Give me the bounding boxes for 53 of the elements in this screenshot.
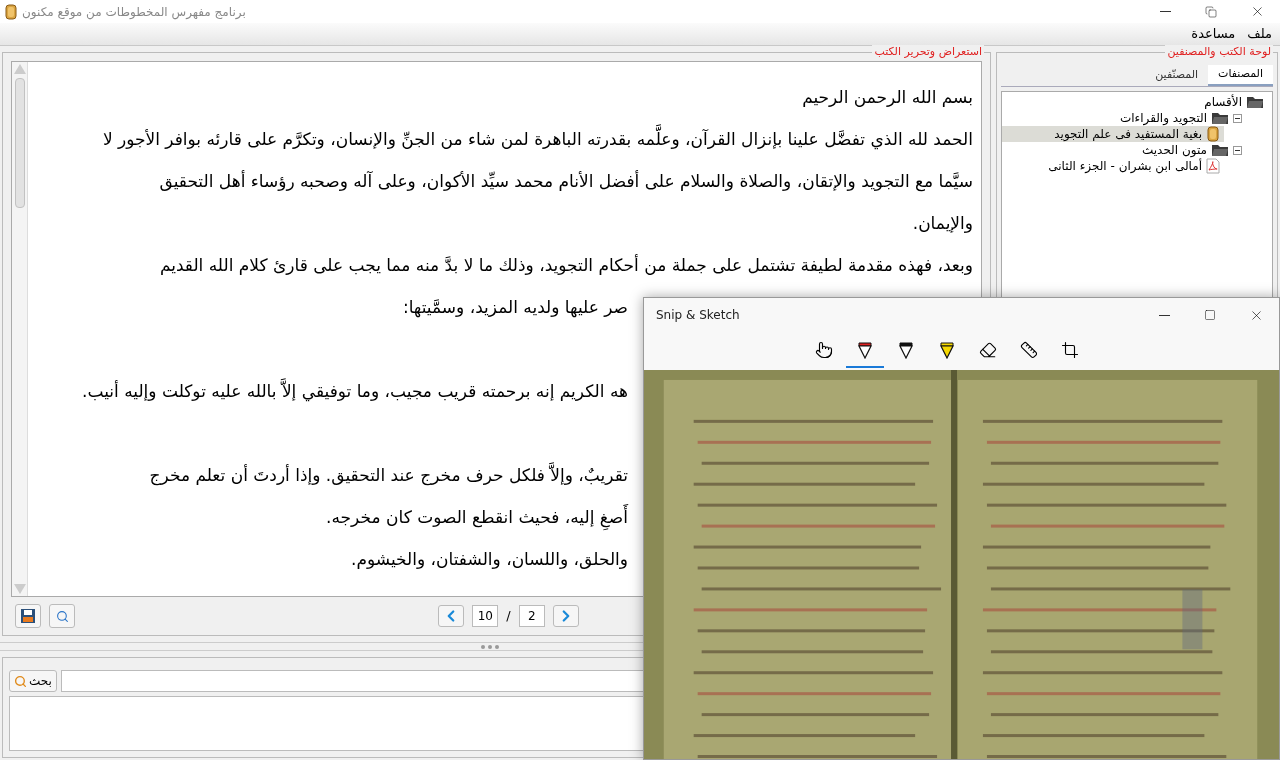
ruler-icon[interactable] xyxy=(1019,341,1038,359)
page-separator: / xyxy=(506,607,511,626)
app-icon xyxy=(4,3,18,20)
folder-icon xyxy=(1211,111,1229,125)
tab[interactable]: المصنفات xyxy=(1208,65,1273,86)
search-icon xyxy=(55,609,69,623)
text-line: تقريبٌ، وإلاَّ فلكل حرف مخرج عند التحقيق. وإذا أردتَ أن تعلم مخرج xyxy=(149,454,628,496)
minimize-icon xyxy=(1159,11,1171,12)
next-page-button[interactable] xyxy=(552,605,579,627)
tree-item[interactable]: بغية المستفيد فى علم التجويد xyxy=(1002,126,1224,142)
preview-button[interactable] xyxy=(49,604,75,628)
search-button[interactable]: بحث xyxy=(9,670,57,692)
panel-title: لوحة الكتب والمصنفين xyxy=(1165,45,1273,59)
scroll-icon xyxy=(1206,126,1220,142)
page-field[interactable]: 10 xyxy=(472,605,499,627)
collapse-icon[interactable] xyxy=(1233,113,1242,123)
touch-writing-icon[interactable] xyxy=(814,341,833,359)
menu-item[interactable]: ملف xyxy=(1247,24,1272,44)
tab[interactable]: المصنّفين xyxy=(1145,65,1209,86)
window-title: برنامج مفهرس المخطوطات من موقع مكنون xyxy=(22,3,246,21)
restore-icon xyxy=(1205,5,1217,18)
save-button[interactable] xyxy=(15,604,41,628)
menu-item[interactable]: مساعدة xyxy=(1191,24,1236,44)
panel-title: استعراض وتحرير الكتب xyxy=(872,45,984,59)
page-count-field[interactable]: 2 xyxy=(518,605,545,627)
text-line: سيَّما مع التجويد والإتقان، والصلاة والسلام على أفضل الأنام محمد سيِّد الأكوان، وعلى آله وصحبه رؤساء أهل التحقيق xyxy=(159,169,973,194)
folder-icon xyxy=(1246,95,1264,109)
text-line: وبعد، فهذه مقدمة لطيفة تشتمل على جملة من أحكام التجويد، وذلك ما لا بدَّ منه مما يجب على قارئ كلام الله القديم xyxy=(159,253,973,278)
window-title: Snip & Sketch xyxy=(655,307,740,324)
text-line: والإيمان. xyxy=(912,212,973,235)
tree-item[interactable]: متون الحديث xyxy=(1002,142,1246,158)
maximize-icon xyxy=(1204,309,1216,321)
text-line: والحلق، واللسان، والشفتان، والخيشوم. xyxy=(351,548,628,571)
pdf-file-icon xyxy=(1206,158,1220,174)
highlighter-icon[interactable] xyxy=(938,341,955,359)
collapse-icon[interactable] xyxy=(1233,145,1242,155)
search-icon xyxy=(14,674,27,688)
text-line: صر عليها ولديه المزيد، وسمَّيتها: xyxy=(402,296,628,320)
tree-item[interactable]: التجويد والقراءات xyxy=(1002,110,1246,126)
text-line: بسم الله الرحمن الرحيم xyxy=(802,86,973,109)
minimize-icon xyxy=(1158,314,1170,316)
pencil-icon[interactable] xyxy=(897,341,914,359)
eraser-icon[interactable] xyxy=(978,341,997,359)
crop-icon[interactable] xyxy=(1060,341,1079,359)
pen-icon[interactable] xyxy=(856,341,873,359)
text-line: أَصغِ إليه، فحيث انقطع الصوت كان مخرجه. xyxy=(326,496,628,538)
folder-icon xyxy=(1211,143,1229,157)
tree-item[interactable]: أمالى ابن بشران - الجزء الثانى xyxy=(1002,158,1224,174)
scrollbar[interactable] xyxy=(12,62,28,596)
text-line: الحمد لله الذي تفضَّل علينا بإنزال القرآن، وعلَّمه بقدرته الباهرة لمن شاء من الجنِّ والإنسان، وتكرَّم على قارئه بوافر الأجور لا xyxy=(102,118,973,160)
previous-page-button[interactable] xyxy=(438,605,465,627)
text-line: هه الكريم إنه برحمته قريب مجيب، وما توفيقي إلاَّ بالله عليه توكلت وإليه أنيب. xyxy=(82,370,628,412)
tree-item[interactable]: الأقسام xyxy=(1002,94,1268,110)
